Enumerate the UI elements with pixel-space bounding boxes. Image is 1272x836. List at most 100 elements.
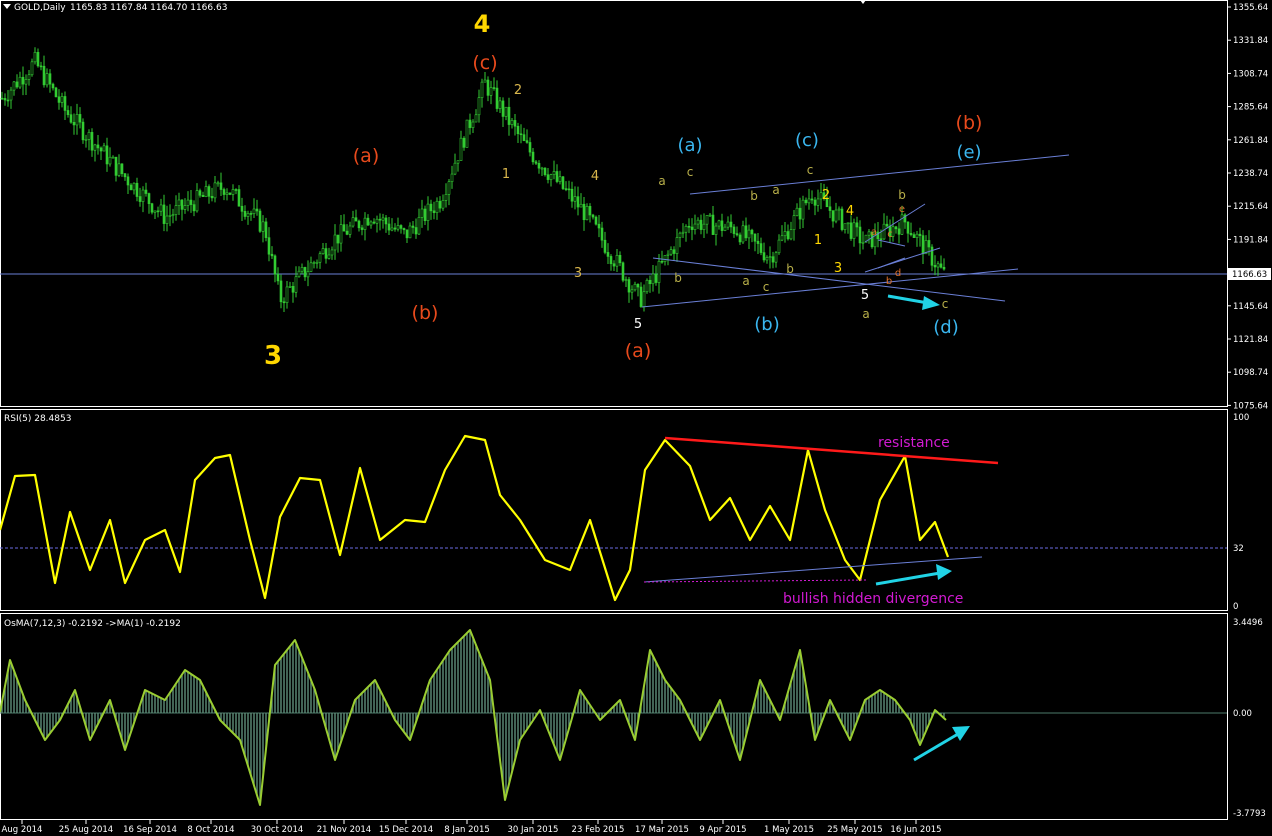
candle-body (30, 61, 34, 76)
candle-body (336, 234, 340, 244)
candle-body (387, 223, 391, 231)
candle-body (582, 203, 586, 221)
candle-body (663, 255, 667, 262)
wave-label-e-tiny: e (899, 204, 905, 215)
candle-body (666, 253, 670, 256)
candle-body (156, 210, 160, 213)
candle-body (636, 283, 640, 288)
candle-body (21, 76, 25, 85)
candle-body (99, 147, 103, 152)
candle-body (201, 194, 205, 197)
candle-body (210, 196, 214, 199)
candle-body (795, 207, 799, 216)
candle-body (471, 121, 475, 128)
candle-body (840, 208, 844, 230)
candle-body (327, 254, 331, 259)
candle-body (735, 233, 739, 236)
candle-body (93, 144, 97, 151)
date-tick-label: 21 Nov 2014 (317, 825, 371, 835)
candle-body (558, 176, 562, 182)
candle-body (216, 182, 220, 185)
candle-body (939, 263, 943, 268)
candle-body (162, 204, 166, 224)
candle-body (531, 151, 535, 163)
header-symbol: GOLD,Daily (14, 3, 66, 13)
candle-body (12, 81, 16, 91)
price-tick-label: 1121.84 (1233, 335, 1268, 345)
candle-body (9, 89, 13, 101)
rsi-tick-label: 100 (1233, 413, 1249, 423)
candle-body (606, 252, 610, 257)
candle-body (144, 189, 148, 194)
date-tick-label: 30 Jan 2015 (508, 825, 559, 835)
candle-body (180, 199, 184, 210)
price-tick-label: 1261.84 (1233, 136, 1268, 146)
candle-body (828, 206, 832, 211)
candle-body (648, 279, 652, 285)
candle-body (852, 222, 856, 239)
candle-body (198, 190, 202, 196)
wave-label-4-major: 4 (474, 10, 491, 38)
candle-body (765, 257, 769, 261)
candle-body (366, 217, 370, 226)
candle-body (597, 223, 601, 229)
candle-body (150, 203, 154, 213)
wave-label-b-right: (b) (956, 112, 983, 134)
candle-body (135, 182, 139, 197)
candle-body (651, 273, 655, 285)
candle-body (462, 137, 466, 148)
candle-body (357, 220, 361, 229)
wave-label-c-minor-3: c (807, 163, 814, 177)
candle-body (708, 214, 712, 217)
candle-body (75, 114, 79, 126)
wave-label-a-minor-2: a (772, 183, 779, 197)
candle-body (678, 232, 682, 238)
candle-body (57, 96, 61, 103)
candle-body (639, 286, 643, 307)
candle-body (486, 79, 490, 96)
candle-body (642, 291, 646, 307)
candle-body (783, 231, 787, 237)
rsi-tick-label: 0 (1233, 602, 1238, 612)
candle-body (246, 213, 250, 217)
candle-body (807, 198, 811, 204)
date-tick-label: 25 May 2015 (827, 825, 882, 835)
candle-body (420, 208, 424, 218)
candle-body (858, 226, 862, 244)
wave-label-b-minor-2: b (750, 189, 758, 203)
rsi-divergence-label: bullish hidden divergence (783, 591, 963, 607)
price-tick-label: 1308.74 (1233, 69, 1268, 79)
candle-body (645, 279, 649, 293)
price-tick-label: 1145.64 (1233, 302, 1268, 312)
price-tick-label: 1285.64 (1233, 103, 1268, 113)
candle-body (882, 223, 886, 240)
candle-body (348, 225, 352, 235)
wave-label-c-minor-1: c (687, 165, 694, 179)
candle-body (303, 267, 307, 278)
candle-body (432, 210, 436, 213)
candle-body (588, 206, 592, 216)
candle-body (282, 301, 286, 304)
candle-body (579, 203, 583, 208)
candle-body (171, 214, 175, 216)
candle-body (450, 173, 454, 182)
candle-body (429, 203, 433, 212)
candle-body (465, 119, 469, 148)
candle-body (720, 220, 724, 231)
candle-body (798, 207, 802, 220)
candle-body (789, 229, 793, 240)
candle-body (447, 181, 451, 195)
candle-body (585, 206, 589, 221)
candle-body (291, 285, 295, 293)
candle-body (195, 190, 199, 212)
header-ohlc: 1165.83 1167.84 1164.70 1166.63 (70, 3, 227, 13)
wave-label-1-small: 1 (502, 167, 510, 182)
wave-label-5-small: 5 (634, 317, 642, 332)
candle-body (105, 145, 109, 165)
candle-body (153, 210, 157, 213)
price-tick-label: 1191.84 (1233, 235, 1268, 245)
candle-body (609, 256, 613, 265)
price-tick-label: 1215.64 (1233, 202, 1268, 212)
wave-label-3-major: 3 (264, 341, 282, 371)
osma-tick-label: 0.00 (1233, 709, 1252, 719)
